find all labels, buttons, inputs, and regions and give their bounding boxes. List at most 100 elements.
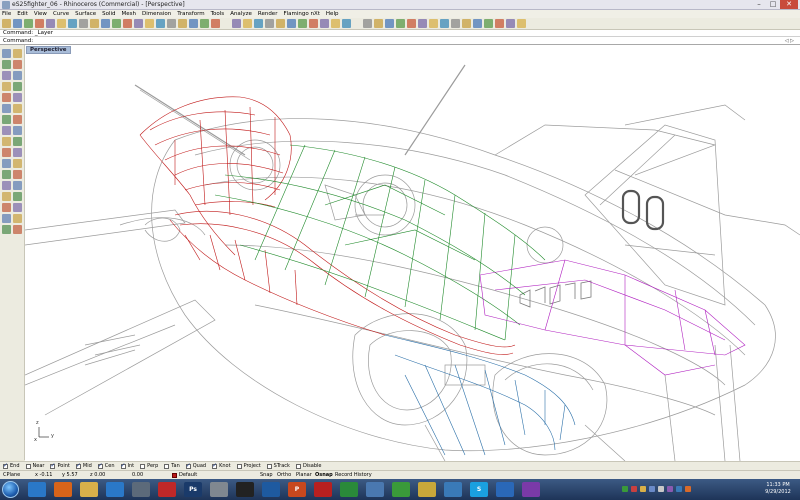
fillet-icon[interactable] [2, 104, 11, 113]
osnap-disable[interactable]: Disable [295, 463, 322, 469]
mirror-icon[interactable] [2, 181, 11, 190]
osnap-end[interactable]: End [3, 462, 20, 469]
menu-file[interactable]: File [2, 11, 11, 17]
status-layer[interactable]: Default [179, 472, 197, 478]
chat-icon[interactable] [392, 482, 410, 497]
command-nav-arrows[interactable]: ◁ ▷ [785, 37, 794, 45]
tray-icon[interactable] [685, 486, 691, 492]
status-record-history[interactable]: Record History [335, 472, 372, 478]
menu-tools[interactable]: Tools [211, 11, 225, 17]
cut-icon[interactable] [57, 19, 66, 28]
viewport-tab-perspective[interactable]: Perspective [26, 46, 71, 54]
osnap-tan[interactable]: Tan [164, 463, 180, 469]
point-icon[interactable] [13, 49, 22, 58]
tray-icon[interactable] [658, 486, 664, 492]
menu-mesh[interactable]: Mesh [122, 11, 136, 17]
osnap-cen[interactable]: Cen [97, 462, 115, 469]
render-icon[interactable] [363, 19, 372, 28]
tray-icon[interactable] [649, 486, 655, 492]
array-icon[interactable] [2, 214, 11, 223]
osnap-checkbox[interactable] [3, 462, 8, 469]
osnap-checkbox[interactable] [212, 462, 217, 469]
zoom-selected-icon[interactable] [167, 19, 176, 28]
ellipse-icon[interactable] [2, 82, 11, 91]
tray-icon[interactable] [676, 486, 682, 492]
menu-edit[interactable]: Edit [17, 11, 28, 17]
zoom-window-icon[interactable] [145, 19, 154, 28]
skype-icon[interactable]: S [470, 482, 488, 497]
undo-view-icon[interactable] [189, 19, 198, 28]
pdf-icon[interactable] [314, 482, 332, 497]
osnap-project[interactable]: Project [236, 463, 261, 469]
osnap-near[interactable]: Near [25, 463, 44, 469]
osnap-checkbox[interactable] [295, 463, 301, 469]
photoshop-icon[interactable]: Ps [184, 482, 202, 497]
rhino-icon[interactable] [132, 482, 150, 497]
tray-icon[interactable] [622, 486, 628, 492]
osnap-checkbox[interactable] [266, 463, 272, 469]
rotate-icon[interactable] [123, 19, 132, 28]
environment-icon[interactable] [473, 19, 482, 28]
join-icon[interactable] [13, 192, 22, 201]
copy-icon[interactable] [68, 19, 77, 28]
shaded-icon[interactable] [331, 19, 340, 28]
undo-icon[interactable] [90, 19, 99, 28]
loft-icon[interactable] [2, 126, 11, 135]
osnap-checkbox[interactable] [140, 463, 146, 469]
system-clock[interactable]: 11:33 PM 9/29/2012 [762, 482, 794, 496]
offset-icon[interactable] [13, 104, 22, 113]
menu-surface[interactable]: Surface [75, 11, 96, 17]
ie-icon[interactable] [28, 482, 46, 497]
new-icon[interactable] [2, 19, 11, 28]
menu-view[interactable]: View [34, 11, 47, 17]
network-icon[interactable] [444, 482, 462, 497]
help-icon[interactable] [517, 19, 526, 28]
open-icon[interactable] [13, 19, 22, 28]
polygon-icon[interactable] [2, 93, 11, 102]
osnap-checkbox[interactable] [185, 462, 191, 469]
pan-icon[interactable] [112, 19, 121, 28]
command-line[interactable]: Command: ◁ ▷ [0, 37, 800, 45]
import-icon[interactable] [46, 19, 55, 28]
osnap-checkbox[interactable] [25, 463, 31, 469]
autodesk-icon[interactable] [158, 482, 176, 497]
solid-box-icon[interactable] [2, 137, 11, 146]
boolean-icon[interactable] [2, 148, 11, 157]
select-points-icon[interactable] [298, 19, 307, 28]
select-icon[interactable] [2, 49, 11, 58]
analyze-icon[interactable] [13, 225, 22, 234]
properties-icon[interactable] [243, 19, 252, 28]
redo-icon[interactable] [101, 19, 110, 28]
light-icon[interactable] [484, 19, 493, 28]
tray-icon[interactable] [631, 486, 637, 492]
rectangle-icon[interactable] [276, 19, 285, 28]
status-osnap[interactable]: Osnap [315, 472, 333, 478]
osnap-checkbox[interactable] [97, 462, 103, 469]
options-icon[interactable] [429, 19, 438, 28]
zoom-icon[interactable] [134, 19, 143, 28]
arc-icon[interactable] [13, 71, 22, 80]
save-icon[interactable] [24, 19, 33, 28]
circle-icon[interactable] [2, 71, 11, 80]
mesh-icon[interactable] [440, 19, 449, 28]
sphere-icon[interactable] [13, 137, 22, 146]
snap-icon[interactable] [396, 19, 405, 28]
mesh-icon[interactable] [13, 148, 22, 157]
osnap-checkbox[interactable] [120, 462, 126, 469]
material-icon[interactable] [462, 19, 471, 28]
menu-dimension[interactable]: Dimension [142, 11, 171, 17]
grid-icon[interactable] [407, 19, 416, 28]
zoom-target-icon[interactable] [178, 19, 187, 28]
menu-solid[interactable]: Solid [102, 11, 115, 17]
surface-icon[interactable] [2, 115, 11, 124]
move-icon[interactable] [2, 159, 11, 168]
menu-curve[interactable]: Curve [53, 11, 69, 17]
hide-icon[interactable] [385, 19, 394, 28]
alias-icon[interactable] [210, 482, 228, 497]
curve-icon[interactable] [13, 93, 22, 102]
explode-icon[interactable] [2, 203, 11, 212]
firefox-icon[interactable] [54, 482, 72, 497]
analysis-icon[interactable] [418, 19, 427, 28]
extrude-icon[interactable] [13, 115, 22, 124]
tray-icon[interactable] [667, 486, 673, 492]
